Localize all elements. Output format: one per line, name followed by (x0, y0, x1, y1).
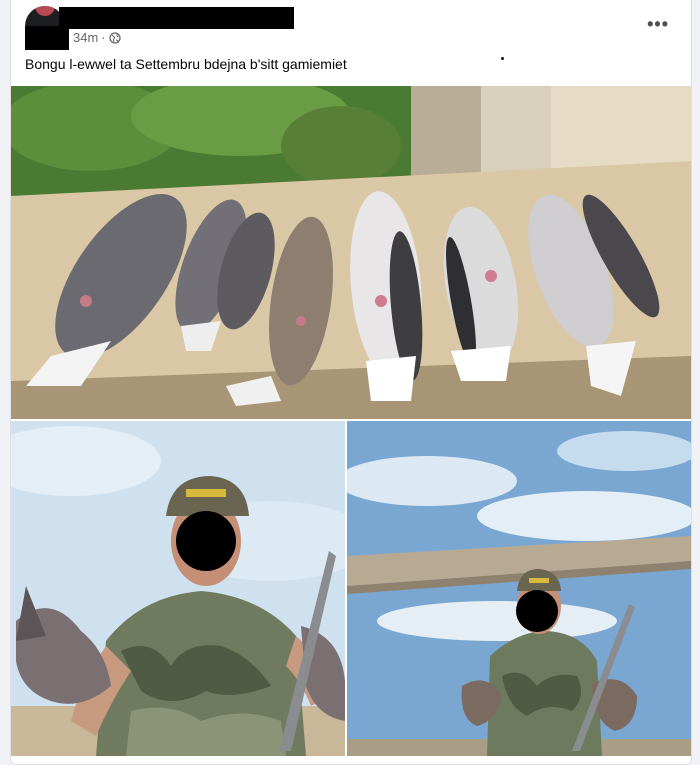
post-card: 34m · ••• Bongu l-ewwel ta Settembru bde… (10, 0, 692, 765)
post-caption: Bongu l-ewwel ta Settembru bdejna b'sitt… (25, 56, 347, 72)
photo-birds-on-ledge[interactable] (11, 86, 691, 419)
post-meta: 34m · (73, 30, 121, 45)
photo-man-holding-birds-left[interactable] (11, 421, 345, 756)
more-options-button[interactable]: ••• (647, 14, 669, 34)
post-timestamp[interactable]: 34m (73, 30, 98, 45)
card-bottom (11, 757, 691, 764)
stray-dot (501, 57, 504, 60)
avatar-redaction (25, 26, 69, 50)
globe-icon[interactable] (108, 31, 121, 44)
author-name-redaction[interactable] (59, 7, 294, 29)
photo-man-holding-birds-right[interactable] (347, 421, 691, 756)
meta-separator: · (101, 30, 106, 45)
